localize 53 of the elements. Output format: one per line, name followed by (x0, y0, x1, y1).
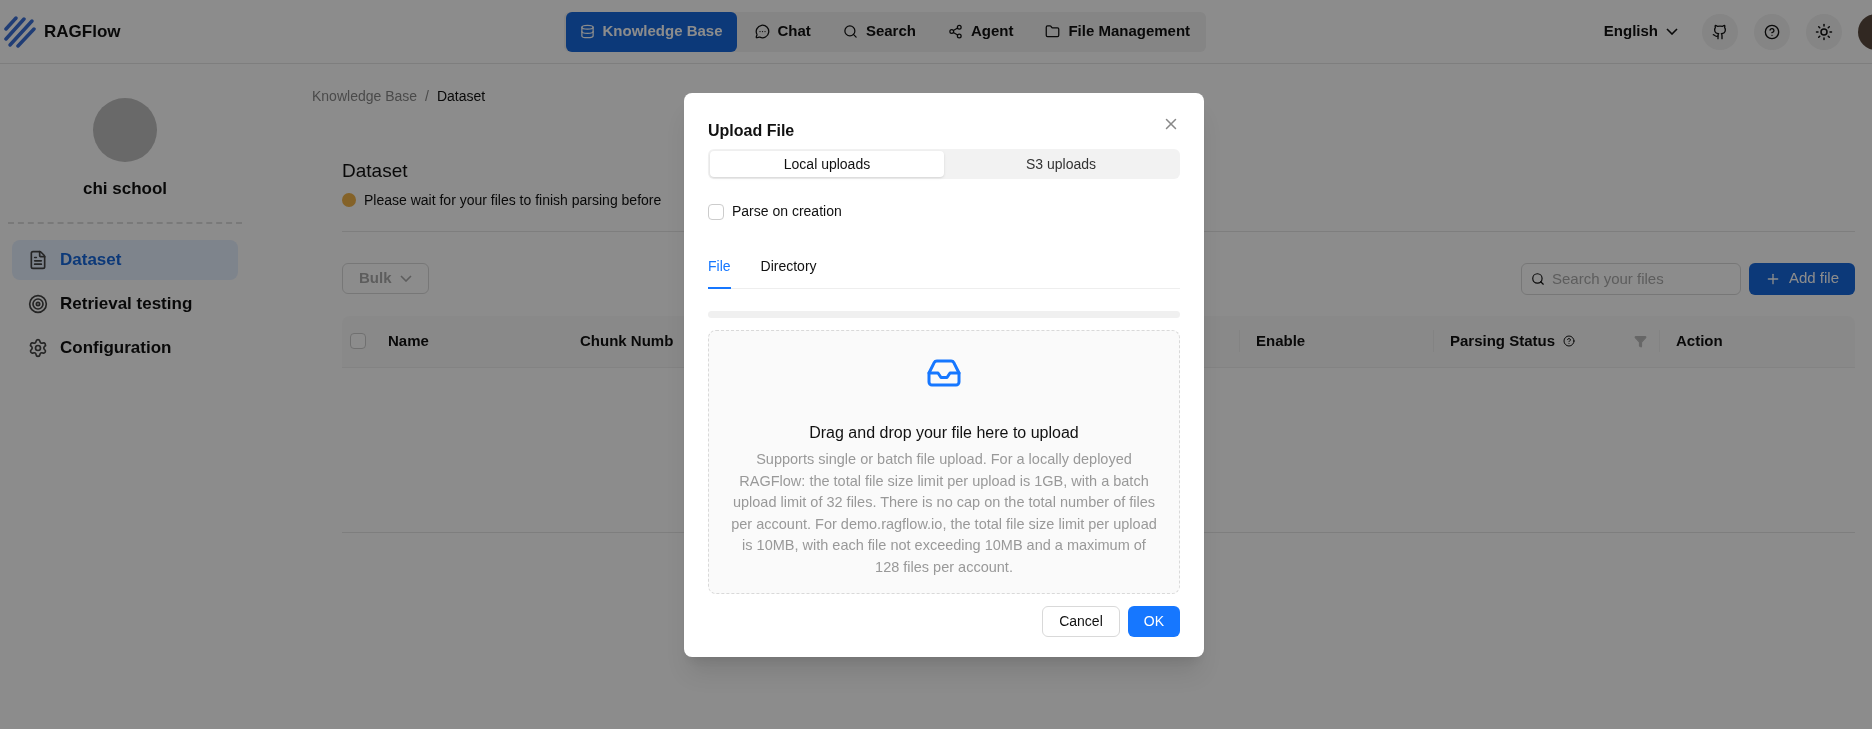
chevron-down-icon (1666, 28, 1678, 35)
sidebar-item[interactable]: Dataset (12, 239, 238, 280)
dropzone-description: Supports single or batch file upload. For a locally deployed RAGFlow: the total file size limit per upload is 1GB, with a batch upload limit of 32 files. There is no cap on the total number of files per account. For demo.ragflow.io, the total file size limit per upload is 10MB, with each file not exceeding 10MB and a maximum of 128 files per account. (730, 450, 1158, 577)
breadcrumb-separator: / (425, 87, 429, 106)
document-icon (28, 249, 48, 270)
dataset-name: chi school (81, 178, 169, 200)
page-title: Dataset (342, 159, 408, 183)
column-header: Enable (1256, 330, 1306, 351)
column-header: Parsing Status (1450, 330, 1556, 351)
notice-text: Please wait for your files to finish parsing before (364, 190, 662, 210)
sun-icon (1815, 22, 1833, 41)
select-all-checkbox[interactable] (350, 333, 366, 349)
sidebar-item[interactable]: Retrieval testing (12, 283, 238, 324)
nav-tab[interactable]: Search (828, 11, 930, 52)
column-header: Chunk Numb (580, 330, 674, 351)
parse-checkbox[interactable] (708, 203, 724, 220)
upload-tab[interactable]: File (708, 256, 731, 289)
source-tab[interactable]: Local uploads (710, 151, 944, 177)
nav-tab[interactable]: Chat (740, 11, 825, 52)
ok-button[interactable]: OK (1127, 605, 1180, 637)
column-header: Action (1676, 330, 1723, 351)
nav-tab[interactable]: Knowledge Base (565, 11, 737, 52)
nodes-icon (947, 24, 963, 39)
github-icon (1712, 23, 1728, 40)
dialog-title: Upload File (708, 121, 795, 141)
theme-button[interactable] (1806, 13, 1842, 50)
source-tab[interactable]: S3 uploads (944, 151, 1178, 177)
help-icon (1563, 335, 1576, 347)
help-icon (1764, 23, 1780, 40)
github-button[interactable] (1702, 13, 1738, 50)
add-file-button[interactable]: Add file (1748, 262, 1855, 295)
language-select[interactable]: English (1603, 20, 1678, 43)
database-icon (579, 24, 595, 39)
nav-tab[interactable]: File Management (1031, 11, 1205, 52)
target-icon (28, 293, 48, 314)
help-button[interactable] (1754, 13, 1790, 50)
brand-name: RAGFlow (44, 20, 121, 43)
nav-tab[interactable]: Agent (933, 11, 1028, 52)
chevron-down-icon (399, 275, 412, 282)
settings-icon (28, 337, 48, 358)
dropzone-title: Drag and drop your file here to upload (809, 423, 1079, 443)
sidebar-item[interactable]: Configuration (12, 327, 238, 368)
checkbox-label: Parse on creation (732, 202, 842, 221)
logo-icon (4, 14, 36, 49)
chat-icon (754, 24, 770, 39)
column-header: Name (388, 330, 430, 351)
dropzone[interactable] (708, 330, 1180, 594)
folder-icon (1045, 24, 1061, 39)
breadcrumb-link[interactable]: Dataset (436, 86, 486, 107)
search-icon (1530, 271, 1545, 286)
cancel-button[interactable]: Cancel (1042, 605, 1120, 637)
upload-tab[interactable]: Directory (760, 256, 817, 289)
search-icon (842, 24, 858, 39)
